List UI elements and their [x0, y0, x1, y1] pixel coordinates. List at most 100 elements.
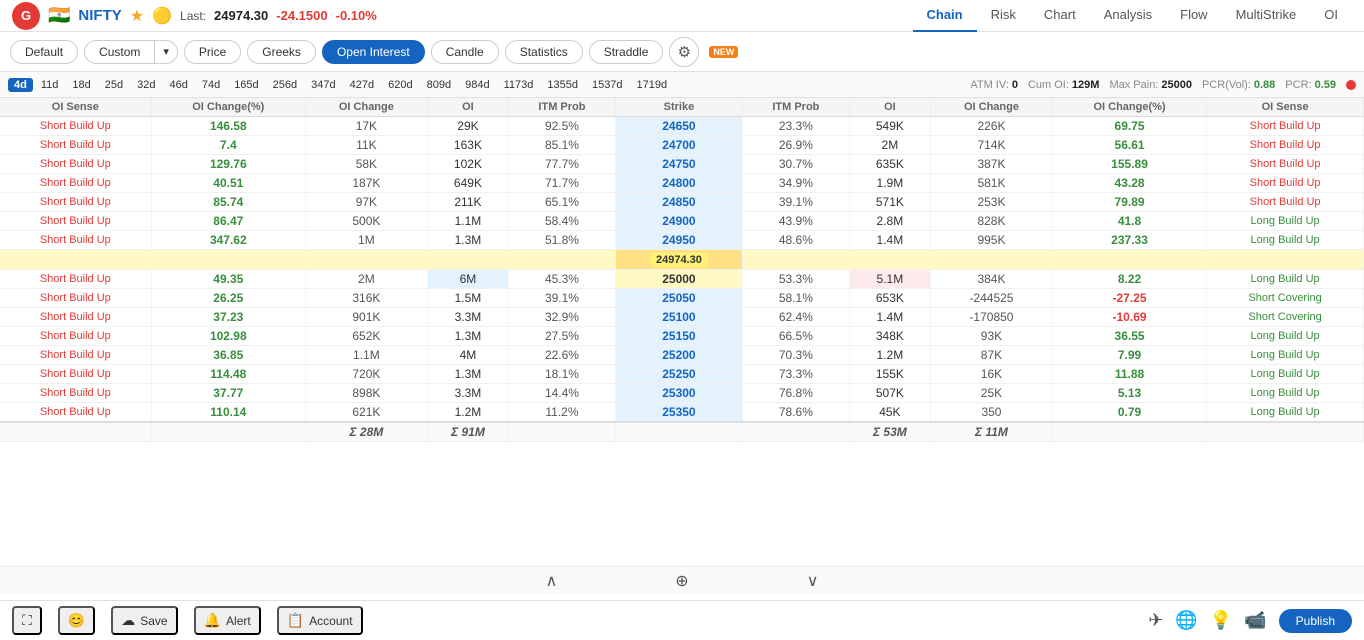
account-button[interactable]: 📋 Account — [277, 606, 363, 635]
expiry-chip-1537d[interactable]: 1537d — [586, 78, 629, 92]
call-oi-chg: 1M — [305, 231, 427, 250]
pcr-vol-val: 0.88 — [1254, 79, 1275, 91]
strike-cell[interactable]: 25000 — [615, 270, 742, 289]
bottom-bar: ⛶ 😊 ☁ Save 🔔 Alert 📋 Account ✈ 🌐 💡 📹 Pub… — [0, 600, 1364, 640]
expiry-chip-809d[interactable]: 809d — [421, 78, 457, 92]
telegram-icon[interactable]: ✈ — [1148, 610, 1163, 631]
sum-spacer4 — [615, 422, 742, 442]
expiry-chip-46d[interactable]: 46d — [163, 78, 193, 92]
price-button[interactable]: Price — [184, 40, 241, 64]
put-itm-prob: 53.3% — [743, 270, 850, 289]
col-put-chg-pct: OI Change(%) — [1052, 98, 1206, 117]
strike-cell[interactable]: 24700 — [615, 136, 742, 155]
custom-dropdown-button[interactable]: ▾ — [155, 40, 178, 64]
open-interest-button[interactable]: Open Interest — [322, 40, 425, 64]
expiry-chip-4d[interactable]: 4d — [8, 78, 33, 92]
put-oi-chg-pct: 56.61 — [1052, 136, 1206, 155]
strike-cell[interactable]: 24650 — [615, 117, 742, 136]
strike-cell[interactable]: 24950 — [615, 231, 742, 250]
put-itm-prob: 58.1% — [743, 289, 850, 308]
strike-cell[interactable]: 24900 — [615, 212, 742, 231]
expiry-chip-1719d[interactable]: 1719d — [631, 78, 674, 92]
last-label: Last: — [180, 9, 206, 23]
expiry-chip-74d[interactable]: 74d — [196, 78, 226, 92]
strike-cell[interactable]: 25100 — [615, 308, 742, 327]
alert-label: Alert — [226, 614, 251, 628]
strike-cell[interactable]: 25150 — [615, 327, 742, 346]
put-oi-chg-pct: 43.28 — [1052, 174, 1206, 193]
bulb-icon[interactable]: 💡 — [1210, 610, 1232, 631]
tab-chart[interactable]: Chart — [1030, 0, 1090, 32]
app-logo[interactable]: G — [12, 2, 40, 30]
tab-flow[interactable]: Flow — [1166, 0, 1221, 32]
expiry-chip-984d[interactable]: 984d — [459, 78, 495, 92]
greeks-button[interactable]: Greeks — [247, 40, 316, 64]
flag-icon[interactable]: 🇮🇳 — [48, 5, 70, 26]
straddle-button[interactable]: Straddle — [589, 40, 664, 64]
expiry-chip-1173d[interactable]: 1173d — [498, 78, 540, 92]
alert-button[interactable]: 🔔 Alert — [194, 606, 261, 635]
put-oi-chg: -244525 — [931, 289, 1053, 308]
custom-button[interactable]: Custom — [84, 40, 155, 64]
expiry-chip-165d[interactable]: 165d — [228, 78, 264, 92]
expiry-chip-347d[interactable]: 347d — [305, 78, 341, 92]
tab-multistrike[interactable]: MultiStrike — [1222, 0, 1311, 32]
candle-button[interactable]: Candle — [431, 40, 499, 64]
crosshair-button[interactable]: ⊕ — [675, 571, 688, 591]
scroll-up-button[interactable]: ∧ — [546, 571, 558, 591]
strike-cell[interactable]: 25250 — [615, 365, 742, 384]
symbol-label[interactable]: NIFTY — [78, 7, 121, 24]
call-oi-chg-pct: 86.47 — [151, 212, 305, 231]
call-oi-sense: Short Build Up — [0, 403, 151, 423]
call-itm-prob: 45.3% — [509, 270, 616, 289]
call-oi: 649K — [427, 174, 508, 193]
emoji-button[interactable]: 😊 — [58, 606, 95, 635]
put-oi-chg: 828K — [931, 212, 1053, 231]
save-button[interactable]: ☁ Save — [111, 606, 177, 635]
strike-cell[interactable]: 24800 — [615, 174, 742, 193]
tab-analysis[interactable]: Analysis — [1090, 0, 1166, 32]
strike-cell[interactable]: 24850 — [615, 193, 742, 212]
strike-cell[interactable]: 25050 — [615, 289, 742, 308]
settings-button[interactable]: ⚙ — [669, 37, 699, 67]
expiry-chip-18d[interactable]: 18d — [66, 78, 96, 92]
tab-oi[interactable]: OI — [1310, 0, 1352, 32]
expiry-chip-32d[interactable]: 32d — [131, 78, 161, 92]
video-icon[interactable]: 📹 — [1244, 610, 1266, 631]
col-put-itm: ITM Prob — [743, 98, 850, 117]
expand-button[interactable]: ⛶ — [12, 606, 42, 635]
web-icon[interactable]: 🌐 — [1175, 610, 1197, 631]
statistics-button[interactable]: Statistics — [505, 40, 583, 64]
sum-call-oi: Σ 91M — [427, 422, 508, 442]
put-oi-chg: 16K — [931, 365, 1053, 384]
table-row: Short Build Up 49.35 2M 6M 45.3% 25000 5… — [0, 270, 1364, 289]
col-call-sense: OI Sense — [0, 98, 151, 117]
expiry-chip-620d[interactable]: 620d — [382, 78, 418, 92]
put-itm-prob: 66.5% — [743, 327, 850, 346]
strike-cell[interactable]: 24750 — [615, 155, 742, 174]
expiry-chip-25d[interactable]: 25d — [99, 78, 129, 92]
expiry-chip-256d[interactable]: 256d — [267, 78, 303, 92]
call-oi: 1.3M — [427, 231, 508, 250]
strike-cell[interactable]: 25300 — [615, 384, 742, 403]
tab-chain[interactable]: Chain — [913, 0, 977, 32]
expiry-chip-1355d[interactable]: 1355d — [541, 78, 584, 92]
put-oi: 2.8M — [849, 212, 930, 231]
put-oi-sense: Short Build Up — [1207, 136, 1364, 155]
strike-cell[interactable]: 25200 — [615, 346, 742, 365]
default-button[interactable]: Default — [10, 40, 78, 64]
publish-button[interactable]: Publish — [1279, 609, 1352, 633]
table-row: Short Build Up 86.47 500K 1.1M 58.4% 249… — [0, 212, 1364, 231]
col-call-oi: OI — [427, 98, 508, 117]
put-oi-sense: Long Build Up — [1207, 365, 1364, 384]
expiry-row: 4d 11d 18d 25d 32d 46d 74d 165d 256d 347… — [0, 72, 1364, 98]
put-oi-chg: 384K — [931, 270, 1053, 289]
tab-risk[interactable]: Risk — [977, 0, 1030, 32]
table-wrapper[interactable]: OI Sense OI Change(%) OI Change OI ITM P… — [0, 98, 1364, 566]
call-oi: 1.5M — [427, 289, 508, 308]
star-icon[interactable]: ★ — [130, 6, 144, 26]
expiry-chip-11d[interactable]: 11d — [35, 78, 65, 92]
expiry-chip-427d[interactable]: 427d — [344, 78, 380, 92]
scroll-down-button[interactable]: ∨ — [807, 571, 819, 591]
strike-cell[interactable]: 25350 — [615, 403, 742, 423]
